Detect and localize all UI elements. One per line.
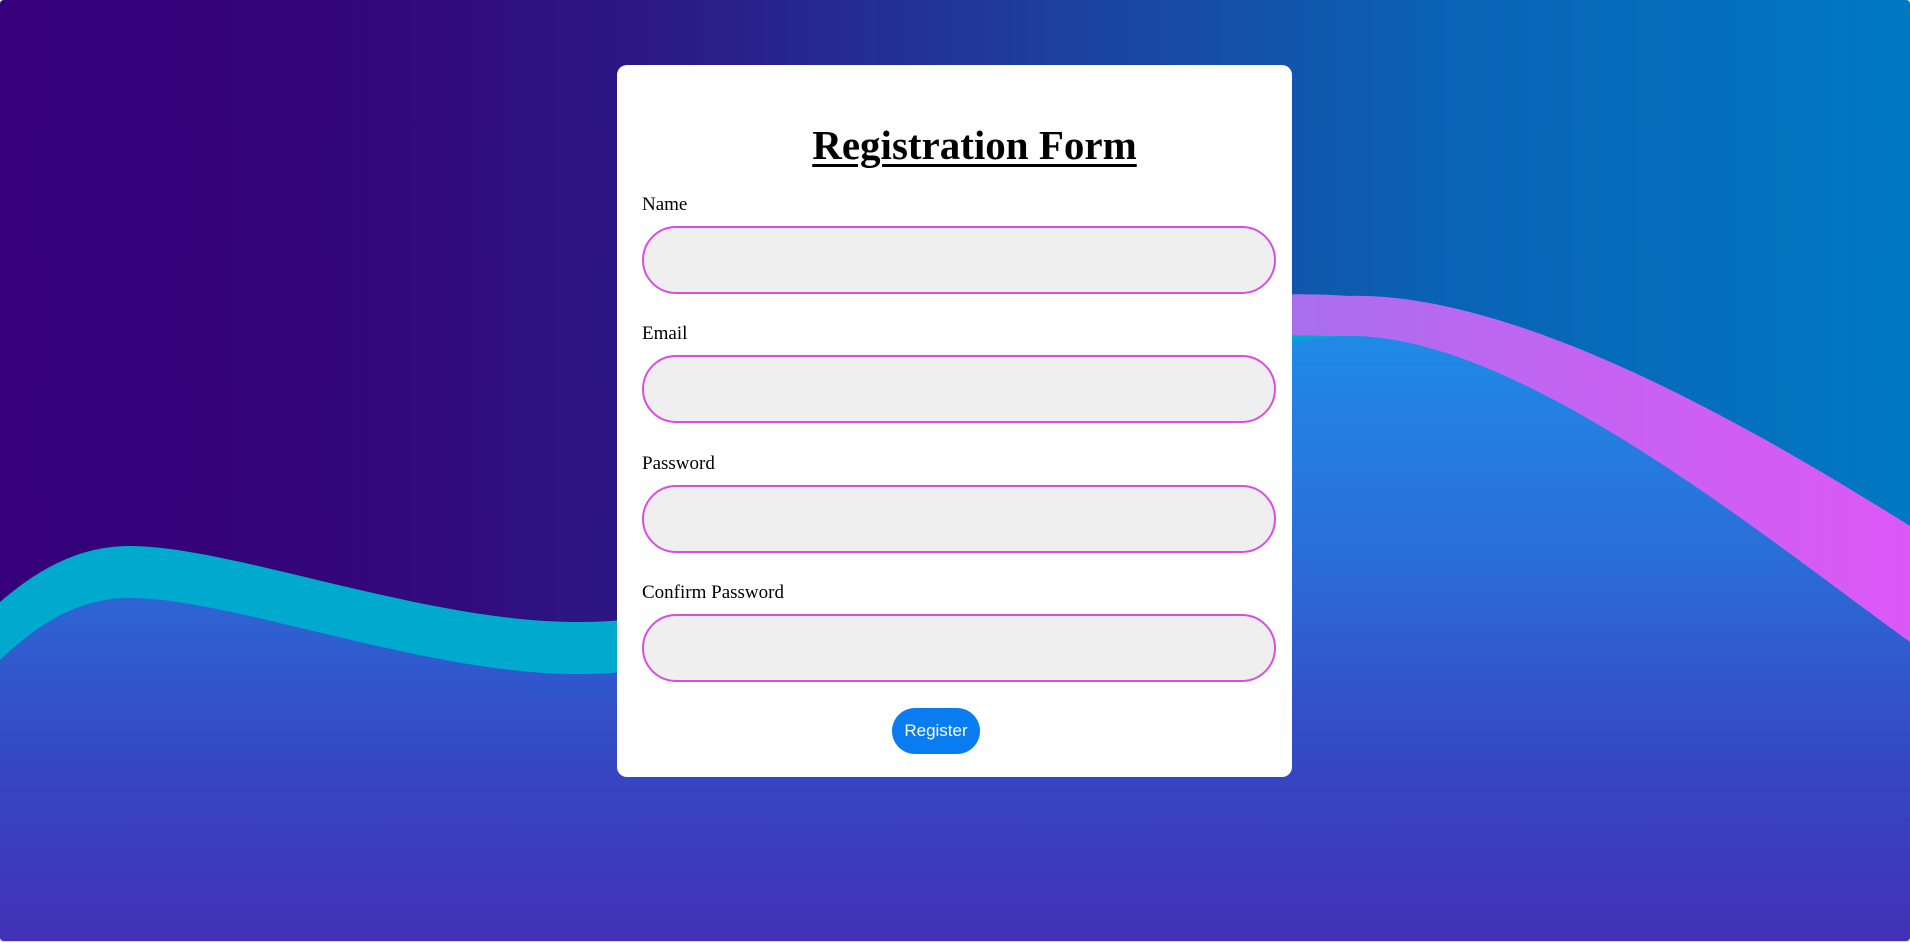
form-title: Registration Form	[812, 122, 1137, 168]
email-input[interactable]	[642, 355, 1276, 423]
email-label: Email	[642, 323, 688, 344]
registration-card: Registration Form Name Email Password Co…	[617, 65, 1292, 777]
register-button[interactable]: Register	[892, 708, 980, 754]
page: Registration Form Name Email Password Co…	[0, 0, 1910, 943]
password-label: Password	[642, 453, 715, 474]
confirm-password-label: Confirm Password	[642, 582, 784, 603]
confirm-password-input[interactable]	[642, 614, 1276, 682]
password-input[interactable]	[642, 485, 1276, 553]
name-input[interactable]	[642, 226, 1276, 294]
name-label: Name	[642, 194, 688, 215]
